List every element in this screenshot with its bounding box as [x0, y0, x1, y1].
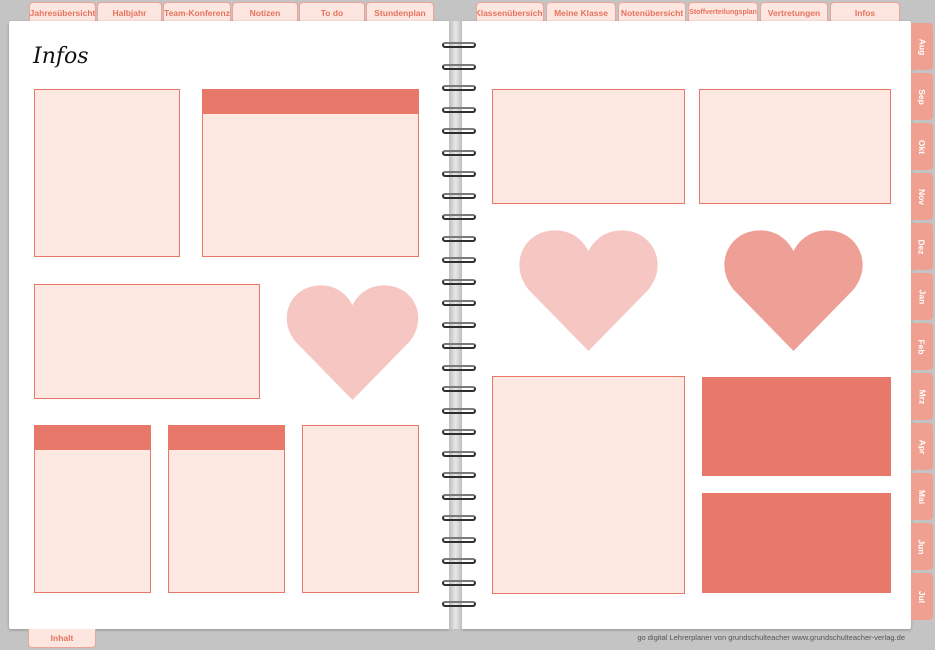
binding-ring — [442, 278, 476, 285]
tab-inhalt[interactable]: Inhalt — [28, 629, 96, 648]
binding-ring — [442, 128, 476, 134]
tab-stoffverteilungsplan[interactable]: Stoffverteilungsplan — [688, 2, 758, 22]
binding-ring — [442, 601, 476, 607]
note-box-4[interactable] — [34, 425, 151, 593]
binding-ring — [442, 214, 476, 220]
binding-ring — [442, 257, 476, 263]
tab-klassenuebersicht[interactable]: Klassenübersicht — [476, 2, 544, 22]
tab-halbjahr[interactable]: Halbjahr — [97, 2, 162, 22]
month-tab-label: Jul — [917, 590, 927, 603]
tab-notizen[interactable]: Notizen — [232, 2, 298, 22]
binding-ring — [442, 106, 476, 113]
binding-ring — [442, 42, 476, 48]
month-tab-jun[interactable]: Jun — [911, 523, 933, 570]
binding-ring — [442, 235, 476, 242]
binding-ring — [442, 536, 476, 543]
binding-ring — [442, 472, 476, 478]
month-tab-jan[interactable]: Jan — [911, 273, 933, 320]
month-tab-apr[interactable]: Apr — [911, 423, 933, 470]
binding-ring — [442, 343, 476, 349]
binding-ring — [442, 429, 476, 435]
note-box-5-header — [169, 426, 284, 450]
note-box-9[interactable] — [492, 376, 685, 594]
binding-ring — [442, 85, 476, 91]
month-tab-label: Dez — [917, 238, 927, 255]
tab-notenuebersicht[interactable]: Notenübersicht — [618, 2, 686, 22]
month-tab-label: Mrz — [916, 389, 927, 404]
binding-ring — [442, 407, 476, 414]
tab-jahresuebersicht[interactable]: Jahresübersicht — [29, 2, 96, 22]
binding-ring — [442, 579, 476, 586]
month-tab-jul[interactable]: Jul — [911, 573, 933, 620]
tab-meine-klasse[interactable]: Meine Klasse — [546, 2, 616, 22]
heart-sticker-2 — [519, 230, 658, 351]
binding-ring — [442, 171, 476, 177]
month-tab-dez[interactable]: Dez — [911, 223, 933, 270]
colored-block-1[interactable] — [702, 377, 891, 476]
month-tab-feb[interactable]: Feb — [911, 323, 933, 370]
binding-ring — [442, 364, 476, 371]
month-tab-aug[interactable]: Aug — [911, 23, 933, 70]
tab-vertretungen[interactable]: Vertretungen — [760, 2, 828, 22]
month-tab-mrz[interactable]: Mrz — [911, 373, 933, 420]
tab-team-konferenz[interactable]: Team-Konferenz — [163, 2, 231, 22]
month-tab-nov[interactable]: Nov — [911, 173, 933, 220]
binding-ring — [442, 149, 476, 156]
note-box-7[interactable] — [492, 89, 685, 204]
month-tab-label: Nov — [917, 188, 927, 205]
month-tab-label: Jan — [917, 289, 927, 304]
note-box-2-header — [203, 90, 418, 114]
binding-ring — [442, 321, 476, 328]
footer-credit: go digital Lehrerplaner von grundschulte… — [637, 633, 905, 642]
month-tab-mai[interactable]: Mai — [911, 473, 933, 520]
binding-ring — [442, 450, 476, 457]
tab-infos[interactable]: Infos — [830, 2, 900, 22]
binding-ring — [442, 63, 476, 70]
month-tab-label: Okt — [916, 139, 927, 154]
month-tab-sep[interactable]: Sep — [911, 73, 933, 120]
month-tab-okt[interactable]: Okt — [911, 123, 933, 170]
heart-sticker-3 — [724, 230, 863, 351]
heart-sticker-1 — [286, 285, 419, 400]
colored-block-2[interactable] — [702, 493, 891, 593]
binding-ring — [442, 192, 476, 199]
note-box-2[interactable] — [202, 89, 419, 257]
note-box-3[interactable] — [34, 284, 260, 399]
month-tab-label: Mai — [916, 489, 927, 504]
tab-to-do[interactable]: To do — [299, 2, 365, 22]
month-tab-label: Jun — [917, 538, 927, 555]
binding-ring — [442, 558, 476, 564]
month-tab-label: Aug — [917, 38, 927, 55]
note-box-5[interactable] — [168, 425, 285, 593]
binding-ring — [442, 493, 476, 500]
note-box-8[interactable] — [699, 89, 891, 204]
note-box-4-header — [35, 426, 150, 450]
note-box-6[interactable] — [302, 425, 419, 593]
note-box-1[interactable] — [34, 89, 180, 257]
month-tab-label: Sep — [917, 88, 927, 105]
binding-ring — [442, 515, 476, 521]
month-tab-label: Feb — [917, 338, 927, 355]
binding-ring — [442, 300, 476, 306]
page-title: Infos — [33, 44, 89, 69]
month-tab-label: Apr — [916, 439, 927, 454]
tab-stundenplan[interactable]: Stundenplan — [366, 2, 434, 22]
binding-ring — [442, 386, 476, 392]
